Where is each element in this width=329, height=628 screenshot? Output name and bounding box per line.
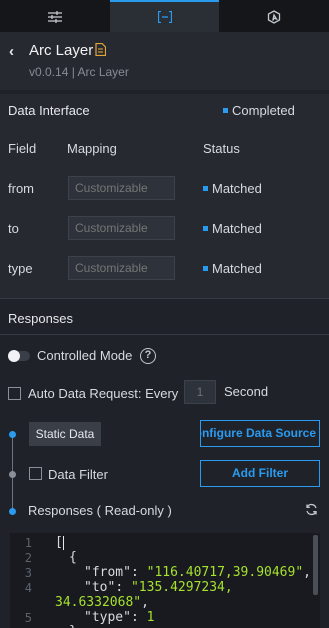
line-number: 3 [24,566,32,580]
mapping-input-from[interactable] [68,176,175,200]
field-type: type [8,261,33,276]
line-number: 5 [24,611,32,625]
interaction-icon [268,10,281,24]
interval-input[interactable] [184,380,216,404]
mapping-input-type[interactable] [68,256,175,280]
responses-title: Responses [8,311,74,326]
data-bracket-icon [157,11,172,23]
add-filter-button[interactable]: Add Filter [200,460,320,487]
column-mapping: Mapping [67,141,117,156]
code-line: 34.6332068", [55,595,149,610]
status-dot-icon [223,108,228,114]
data-filter-checkbox[interactable] [29,467,42,480]
status-matched-type: Matched [203,261,262,276]
status-text: Completed [232,103,295,118]
line-number: 1 [24,536,32,550]
column-status: Status [203,141,240,156]
code-string: "116.40717,39.90469" [146,565,304,580]
line-number: 2 [24,551,32,565]
document-icon[interactable] [95,43,106,56]
status-text: Matched [212,261,262,276]
mapping-table: Field Mapping Status from Matched to Mat… [0,124,329,298]
status-dot-icon [203,186,208,192]
mapping-input-to[interactable] [68,216,175,240]
button-label: Configure Data Source [201,426,317,440]
data-interface-header: Data Interface Completed [0,94,329,124]
auto-request-checkbox[interactable] [8,387,21,400]
status-text: Matched [212,221,262,236]
field-to: to [8,221,19,236]
static-data-tag[interactable]: Static Data [29,422,101,446]
status-text: Matched [212,181,262,196]
help-icon[interactable]: ? [140,348,156,364]
status-dot-icon [203,266,208,272]
timeline-dot-active [9,508,16,515]
toggle-knob [8,350,20,362]
timeline-dot-active [9,431,16,438]
code-number: 1 [146,610,155,625]
code-line: }, [69,624,85,628]
layer-title: Arc Layer [29,42,94,59]
responses-readonly-label: Responses ( Read-only ) [28,503,172,518]
layer-version: v0.0.14 | Arc Layer [29,65,129,79]
line-number: 4 [24,581,32,595]
status-badge: Completed [223,103,295,118]
code-line: [ [55,535,64,550]
column-field: Field [8,141,37,156]
panel-tabs [0,0,329,32]
code-scrollbar[interactable] [313,535,318,595]
code-line: { [69,550,77,565]
status-matched-to: Matched [203,221,262,236]
data-filter-label: Data Filter [48,467,108,482]
section-divider [0,334,329,335]
code-line: "to": "135.4297234, [84,580,233,595]
status-dot-icon [203,226,208,232]
configure-data-source-button[interactable]: Configure Data Source [200,420,320,447]
status-matched-from: Matched [203,181,262,196]
code-line: "from": "116.40717,39.90469", [84,565,311,580]
code-line: "type": 1 [84,610,155,625]
controlled-mode-toggle[interactable] [8,350,30,362]
section-divider [0,298,329,299]
code-viewer[interactable]: 1 2 3 4 5 [ { "from": "116.40717,39.9046… [10,533,320,628]
interval-unit: Second [224,384,269,399]
tab-settings[interactable] [0,0,110,32]
layer-header: ‹ Arc Layer v0.0.14 | Arc Layer [0,32,329,90]
timeline-dot [9,471,16,478]
field-from: from [8,181,34,196]
auto-request-label: Auto Data Request: Every [28,386,179,401]
code-string: "135.4297234, [130,580,233,595]
controlled-mode-label: Controlled Mode [37,348,133,363]
code-string: 34.6332068" [55,595,142,610]
tab-interaction[interactable] [219,0,329,32]
tab-data[interactable] [109,0,220,32]
refresh-icon[interactable] [305,503,318,516]
sliders-icon [47,11,62,23]
text-cursor [62,535,64,550]
back-icon[interactable]: ‹ [9,43,14,60]
data-interface-title: Data Interface [8,103,90,118]
